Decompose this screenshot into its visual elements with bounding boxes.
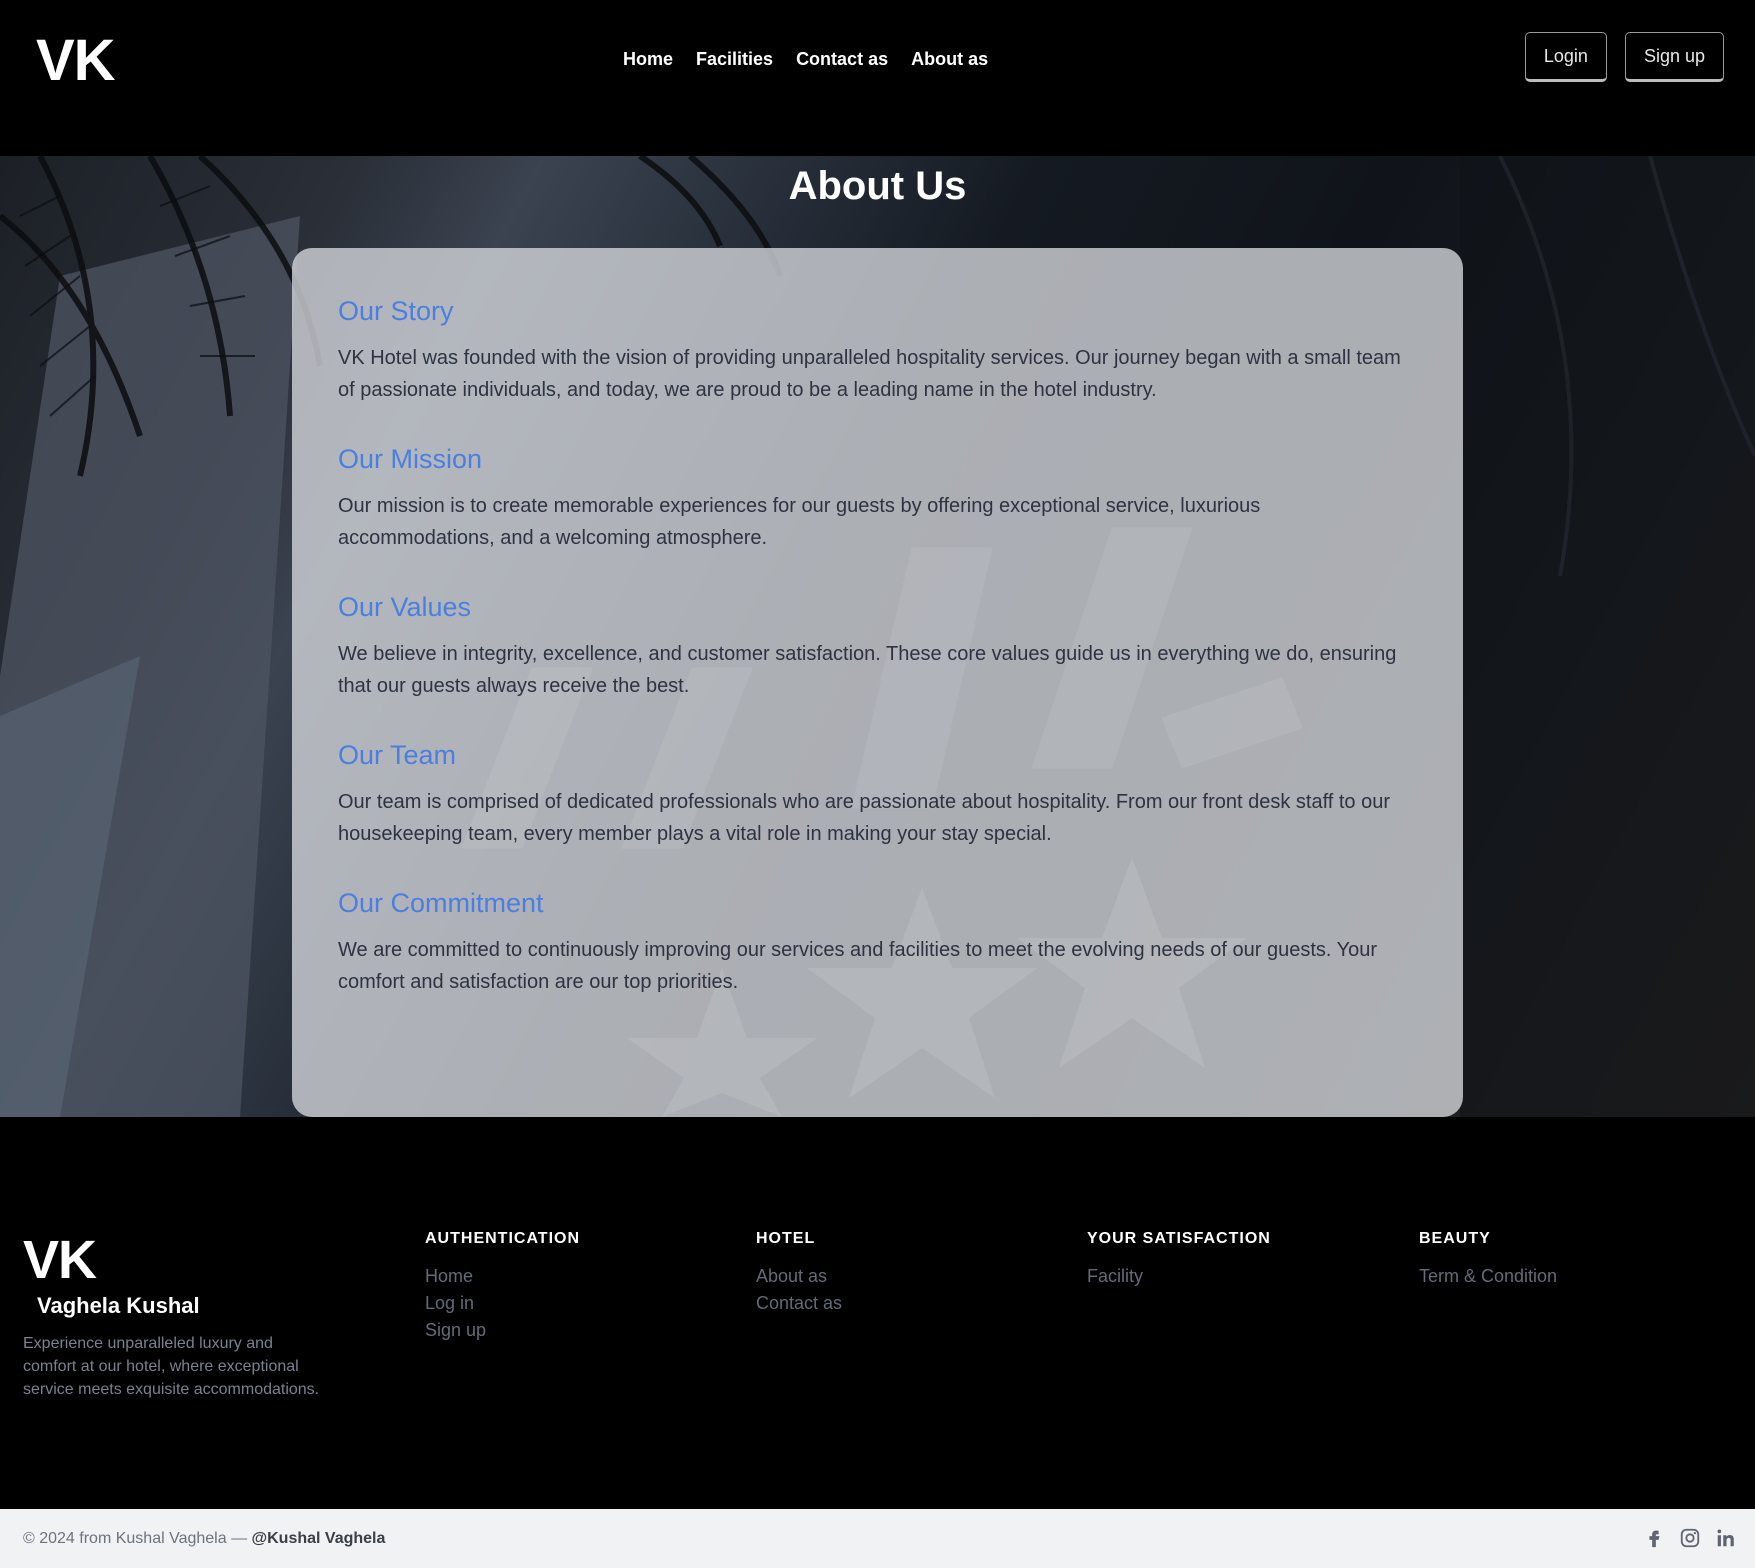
nav-facilities[interactable]: Facilities <box>696 46 773 72</box>
nav-about[interactable]: About as <box>911 46 988 72</box>
footer-link-signup[interactable]: Sign up <box>425 1317 580 1344</box>
footer-column-authentication: AUTHENTICATION Home Log in Sign up <box>425 1227 580 1344</box>
footer-column-beauty: BEAUTY Term & Condition <box>1419 1227 1557 1290</box>
section-text-team: Our team is comprised of dedicated profe… <box>338 791 1391 845</box>
nav-contact[interactable]: Contact as <box>796 46 888 72</box>
footer-heading: BEAUTY <box>1419 1230 1491 1247</box>
linkedin-icon[interactable] <box>1715 1527 1737 1549</box>
footer-heading: HOTEL <box>756 1230 816 1247</box>
section-text-story: VK Hotel was founded with the vision of … <box>338 347 1401 401</box>
login-button[interactable]: Login <box>1524 32 1607 82</box>
section-title-team: Our Team <box>338 740 457 770</box>
footer-heading: AUTHENTICATION <box>425 1230 581 1247</box>
about-card: Our Story VK Hotel was founded with the … <box>292 248 1463 1117</box>
logo[interactable]: VK <box>36 28 116 94</box>
section-title-story: Our Story <box>338 296 454 326</box>
signup-button[interactable]: Sign up <box>1624 32 1724 82</box>
footer-column-satisfaction: YOUR SATISFACTION Facility <box>1087 1227 1271 1290</box>
facebook-icon[interactable] <box>1643 1527 1665 1549</box>
footer-link-login[interactable]: Log in <box>425 1290 580 1317</box>
section-text-commitment: We are committed to continuously improvi… <box>338 939 1378 993</box>
footer-logo[interactable]: VK <box>23 1230 97 1290</box>
social-links <box>1643 1527 1737 1549</box>
section-text-mission: Our mission is to create memorable exper… <box>338 495 1261 549</box>
instagram-icon[interactable] <box>1679 1527 1701 1549</box>
hero-section: About Us Our Story VK Hotel was founded … <box>0 156 1755 1117</box>
page-title: About Us <box>788 164 967 208</box>
footer-link-home[interactable]: Home <box>425 1263 580 1290</box>
copyright: © 2024 from Kushal Vaghela — @Kushal Vag… <box>23 1528 385 1550</box>
footer-link-facility[interactable]: Facility <box>1087 1263 1271 1290</box>
footer-brand-name: Vaghela Kushal <box>37 1293 200 1318</box>
section-title-commitment: Our Commitment <box>338 888 544 918</box>
section-title-values: Our Values <box>338 592 472 622</box>
copyright-text: © 2024 from Kushal Vaghela — <box>23 1530 248 1547</box>
footer-heading: YOUR SATISFACTION <box>1087 1230 1271 1247</box>
footer-description: Experience unparalleled luxury and comfo… <box>23 1335 320 1398</box>
site-header: VK Home Facilities Contact as About as L… <box>0 0 1755 156</box>
main-nav: Home Facilities Contact as About as <box>623 46 988 72</box>
section-title-mission: Our Mission <box>338 444 483 474</box>
site-footer: VK Vaghela Kushal Experience unparallele… <box>0 1117 1755 1509</box>
footer-column-hotel: HOTEL About as Contact as <box>756 1227 842 1317</box>
auth-buttons: Login Sign up <box>1524 32 1724 82</box>
footer-link-terms[interactable]: Term & Condition <box>1419 1263 1557 1290</box>
bottom-bar: © 2024 from Kushal Vaghela — @Kushal Vag… <box>0 1509 1755 1568</box>
author-handle-link[interactable]: @Kushal Vaghela <box>252 1530 386 1547</box>
footer-link-about[interactable]: About as <box>756 1263 842 1290</box>
nav-home[interactable]: Home <box>623 46 673 72</box>
footer-link-contact[interactable]: Contact as <box>756 1290 842 1317</box>
section-text-values: We believe in integrity, excellence, and… <box>338 643 1397 697</box>
